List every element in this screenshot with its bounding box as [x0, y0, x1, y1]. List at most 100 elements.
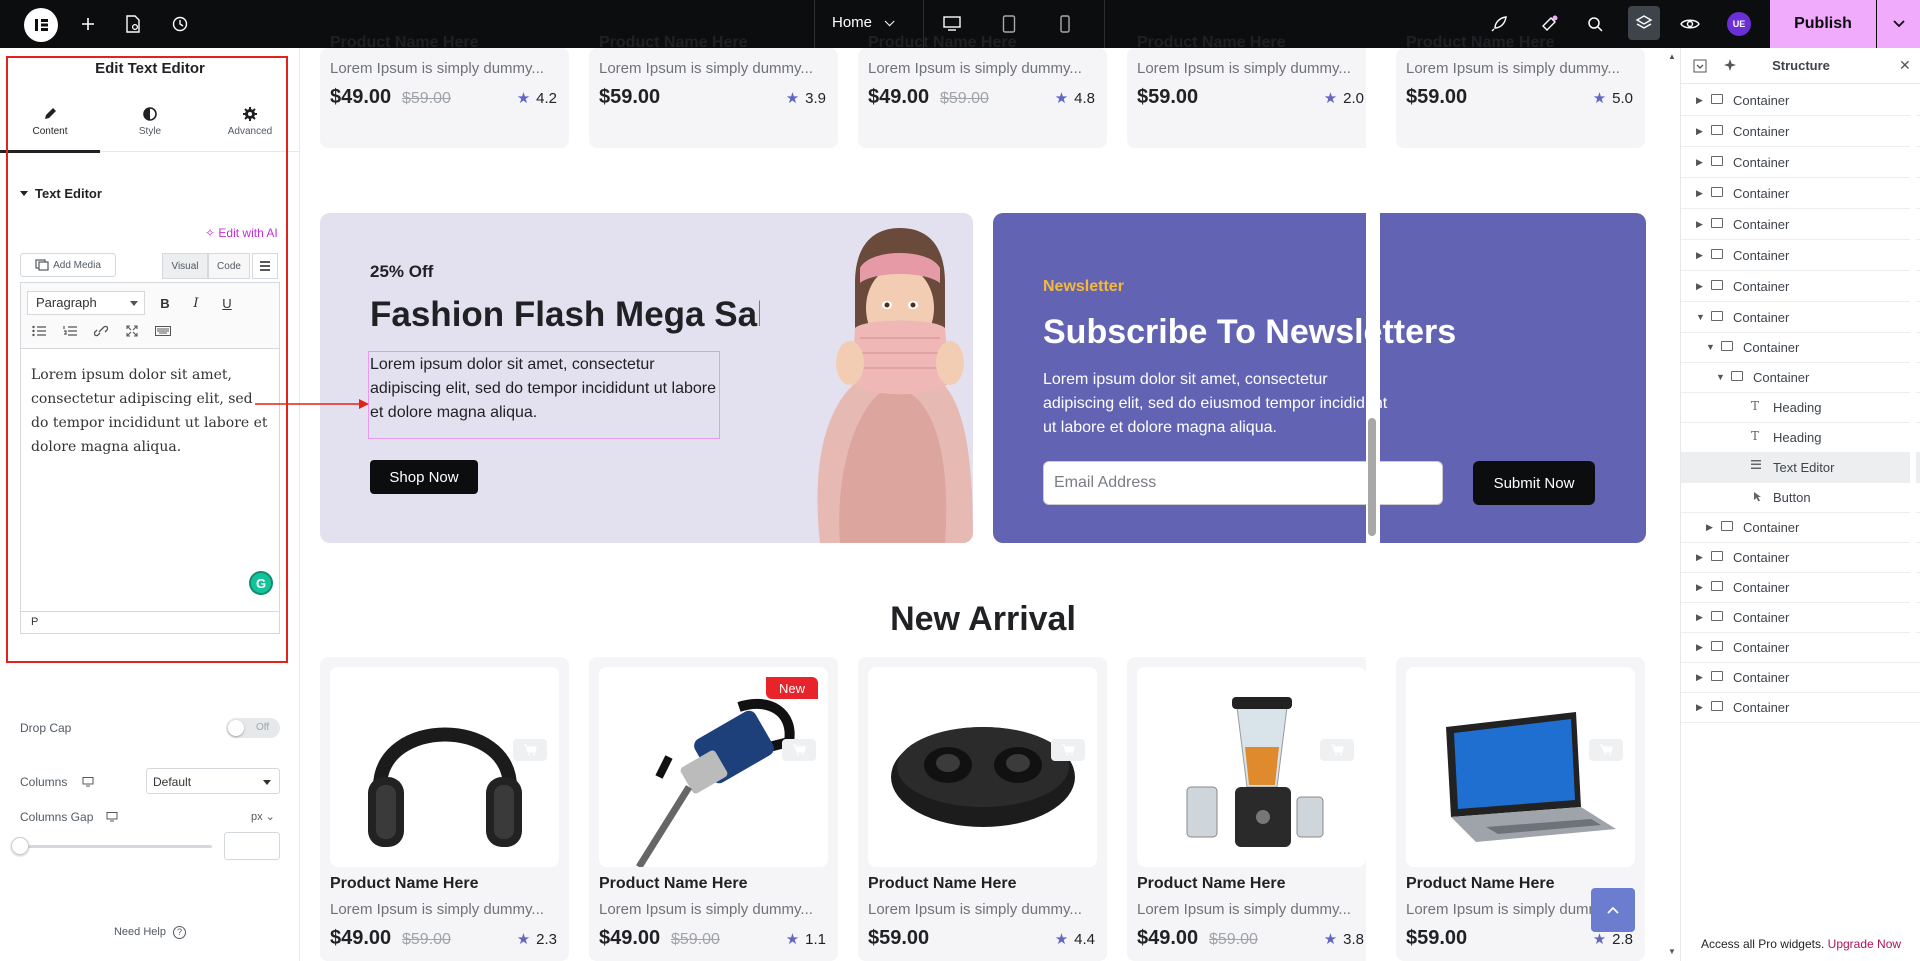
drop-cap-toggle[interactable]: Off: [226, 718, 280, 738]
unit-select[interactable]: px ⌄: [251, 810, 275, 823]
editor-content[interactable]: Lorem ipsum dolor sit amet, consectetur …: [21, 349, 279, 473]
structure-item[interactable]: ▶ Container: [1681, 602, 1920, 633]
link-icon[interactable]: [90, 320, 112, 342]
shop-now-button[interactable]: Shop Now: [370, 460, 478, 494]
need-help-link[interactable]: Need Help ?: [0, 926, 300, 939]
chevron-down-icon[interactable]: ▼: [1716, 372, 1725, 382]
structure-item[interactable]: Button: [1681, 482, 1920, 513]
chevron-right-icon[interactable]: ▶: [1696, 642, 1703, 653]
structure-item[interactable]: ▼ Container: [1681, 332, 1920, 363]
user-avatar[interactable]: UE: [1727, 12, 1751, 36]
tab-style[interactable]: Style: [100, 102, 200, 152]
tab-content[interactable]: Content: [0, 102, 100, 153]
chevron-right-icon[interactable]: ▶: [1696, 702, 1703, 713]
earbuds-case-image[interactable]: [868, 667, 1097, 867]
preview-eye-icon[interactable]: [1676, 10, 1704, 38]
structure-item[interactable]: ▶ Container: [1681, 632, 1920, 663]
laptop-image[interactable]: [1406, 667, 1635, 867]
structure-item[interactable]: ▶ Container: [1681, 85, 1920, 116]
add-to-cart-icon[interactable]: [513, 739, 547, 761]
history-icon[interactable]: [166, 10, 194, 38]
scroll-down-arrow-icon[interactable]: ▼: [1668, 947, 1676, 956]
product-card[interactable]: Product Name Here Lorem Ipsum is simply d…: [858, 34, 1107, 148]
add-to-cart-icon[interactable]: [1320, 739, 1354, 761]
structure-item[interactable]: ▶ Container: [1681, 512, 1920, 543]
submit-now-button[interactable]: Submit Now: [1473, 461, 1595, 505]
product-card[interactable]: Product Name Here Lorem Ipsum is simply d…: [320, 657, 569, 961]
italic-icon[interactable]: I: [185, 292, 207, 314]
keyboard-toolbar-icon[interactable]: [152, 320, 174, 342]
chevron-right-icon[interactable]: ▶: [1696, 188, 1703, 199]
structure-item[interactable]: T Heading: [1681, 392, 1920, 423]
fullscreen-icon[interactable]: [121, 320, 143, 342]
promo-banner[interactable]: 25% Off Fashion Flash Mega Sale Lorem ip…: [320, 213, 973, 543]
add-to-cart-icon[interactable]: [782, 739, 816, 761]
responsive-desktop-icon[interactable]: [106, 809, 118, 827]
upgrade-now-link[interactable]: Upgrade Now: [1828, 937, 1901, 951]
add-media-button[interactable]: Add Media: [20, 253, 116, 277]
product-name[interactable]: Product Name Here: [1137, 34, 1286, 52]
columns-gap-slider-track[interactable]: [20, 845, 212, 848]
elementor-logo-icon[interactable]: [24, 8, 58, 42]
chevron-right-icon[interactable]: ▶: [1696, 552, 1703, 563]
chevron-right-icon[interactable]: ▶: [1696, 95, 1703, 106]
page-settings-icon[interactable]: [119, 10, 147, 38]
chevron-right-icon[interactable]: ▶: [1706, 522, 1713, 533]
chevron-right-icon[interactable]: ▶: [1696, 219, 1703, 230]
structure-layers-icon[interactable]: [1628, 6, 1660, 40]
product-card[interactable]: Product Name Here Lorem Ipsum is simply d…: [1127, 34, 1376, 148]
tab-advanced[interactable]: Advanced: [200, 102, 300, 152]
visual-tab[interactable]: Visual: [162, 253, 208, 279]
bold-icon[interactable]: B: [154, 292, 176, 314]
format-select[interactable]: Paragraph: [27, 291, 145, 315]
chevron-right-icon[interactable]: ▶: [1696, 126, 1703, 137]
structure-scrollbar[interactable]: [1910, 92, 1916, 652]
structure-item[interactable]: ▶ Container: [1681, 572, 1920, 603]
text-editor[interactable]: Paragraph B I U Lorem ipsum dolor sit am…: [20, 282, 280, 634]
page-selector[interactable]: Home: [832, 14, 895, 31]
columns-select[interactable]: Default: [146, 768, 280, 794]
structure-item[interactable]: ▶ Container: [1681, 240, 1920, 271]
structure-item[interactable]: T Heading: [1681, 422, 1920, 453]
product-card[interactable]: New Product Name Here Lorem Ipsum is simp…: [589, 657, 838, 961]
product-name[interactable]: Product Name Here: [1137, 875, 1286, 893]
chevron-right-icon[interactable]: ▶: [1696, 672, 1703, 683]
structure-item[interactable]: ▶ Container: [1681, 209, 1920, 240]
product-name[interactable]: Product Name Here: [599, 34, 748, 52]
columns-gap-input[interactable]: [224, 832, 280, 860]
product-name[interactable]: Product Name Here: [330, 875, 479, 893]
structure-item[interactable]: ▶ Container: [1681, 692, 1920, 723]
product-card[interactable]: Product Name Here Lorem Ipsum is simply d…: [858, 657, 1107, 961]
jackhammer-image[interactable]: New: [599, 667, 828, 867]
code-tab[interactable]: Code: [208, 253, 250, 279]
product-card[interactable]: Product Name Here Lorem Ipsum is simply d…: [1127, 657, 1376, 961]
structure-item[interactable]: ▶ Container: [1681, 662, 1920, 693]
product-card[interactable]: Product Name Here Lorem Ipsum is simply d…: [1396, 34, 1645, 148]
scroll-to-top-button[interactable]: [1591, 888, 1635, 932]
structure-item[interactable]: ▶ Container: [1681, 147, 1920, 178]
structure-item[interactable]: ▼ Container: [1681, 362, 1920, 393]
bullet-list-icon[interactable]: [28, 320, 50, 342]
add-to-cart-icon[interactable]: [1589, 739, 1623, 761]
product-card[interactable]: Product Name Here Lorem Ipsum is simply d…: [320, 34, 569, 148]
blender-image[interactable]: [1137, 667, 1366, 867]
scroll-up-arrow-icon[interactable]: ▲: [1668, 52, 1676, 61]
edit-with-ai-link[interactable]: ✧ Edit with AI: [205, 226, 278, 240]
structure-item[interactable]: ▶ Container: [1681, 542, 1920, 573]
structure-item[interactable]: ▶ Container: [1681, 116, 1920, 147]
mobile-icon[interactable]: [1051, 10, 1079, 38]
underline-icon[interactable]: U: [216, 292, 238, 314]
canvas-scrollbar-thumb[interactable]: [1368, 418, 1376, 536]
toolbar-toggle-icon[interactable]: [252, 253, 278, 279]
responsive-desktop-icon[interactable]: [82, 774, 94, 792]
product-name[interactable]: Product Name Here: [868, 34, 1017, 52]
chevron-down-icon[interactable]: ▼: [1706, 342, 1715, 352]
publish-options-chevron-icon[interactable]: [1877, 0, 1920, 48]
close-icon[interactable]: ✕: [1899, 57, 1911, 74]
publish-button[interactable]: Publish: [1770, 0, 1876, 48]
structure-item[interactable]: ▶ Container: [1681, 271, 1920, 302]
chevron-right-icon[interactable]: ▶: [1696, 250, 1703, 261]
numbered-list-icon[interactable]: [59, 320, 81, 342]
text-editor-section-toggle[interactable]: Text Editor: [20, 186, 102, 201]
chevron-right-icon[interactable]: ▶: [1696, 612, 1703, 623]
